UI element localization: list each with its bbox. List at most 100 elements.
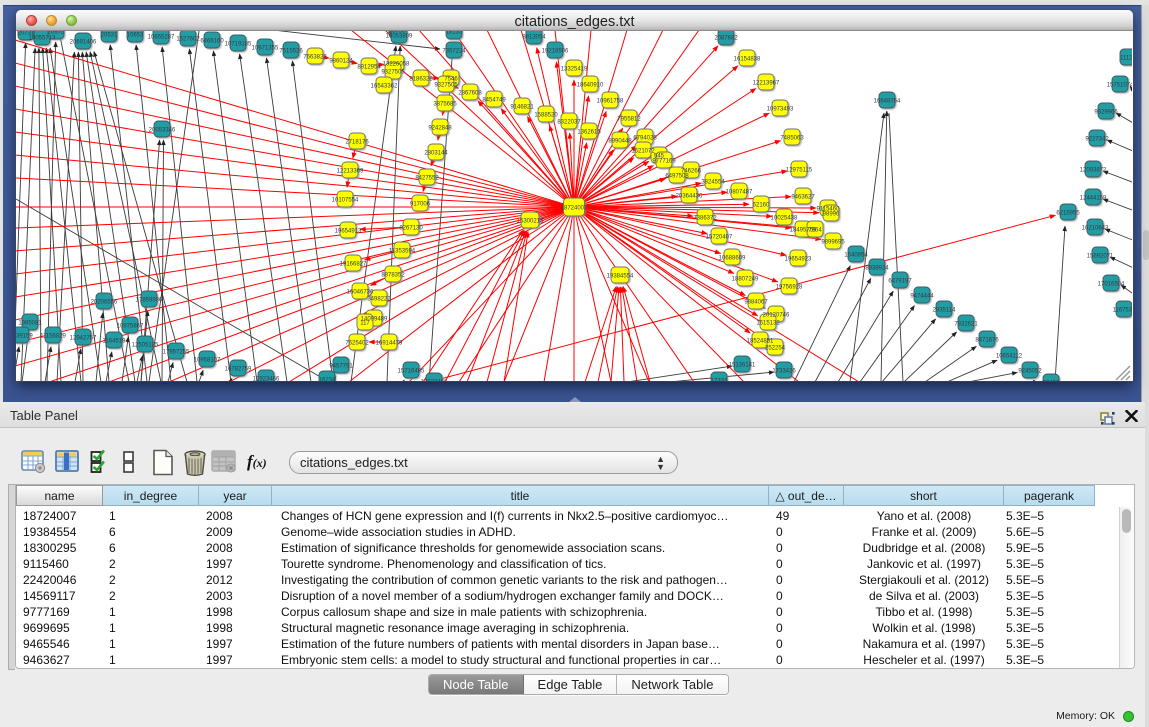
svg-text:7485063: 7485063 [780, 136, 804, 142]
svg-text:8912954: 8912954 [357, 65, 381, 71]
svg-text:17016504: 17016504 [1098, 282, 1125, 288]
svg-text:98996: 98996 [823, 212, 840, 218]
svg-text:6215955: 6215955 [1056, 211, 1080, 217]
svg-text:9463627: 9463627 [791, 195, 815, 201]
svg-text:1588520: 1588520 [534, 113, 558, 119]
svg-text:15300215: 15300215 [517, 219, 544, 225]
svg-text:12213369: 12213369 [337, 169, 364, 175]
svg-text:917006: 917006 [410, 202, 431, 208]
svg-text:17334: 17334 [711, 379, 728, 382]
svg-text:8267130: 8267130 [399, 226, 423, 232]
svg-text:9146821: 9146821 [510, 105, 534, 111]
svg-text:8813054: 8813054 [522, 35, 546, 41]
svg-text:8454749: 8454749 [482, 98, 506, 104]
svg-text:16648764: 16648764 [874, 99, 901, 105]
svg-text:10654112: 10654112 [996, 354, 1023, 360]
svg-text:10688609: 10688609 [719, 256, 746, 262]
svg-text:16234: 16234 [319, 378, 336, 382]
svg-text:1985081: 1985081 [18, 321, 42, 327]
svg-text:7515526: 7515526 [279, 49, 303, 55]
svg-text:7386372: 7386372 [693, 216, 717, 222]
svg-text:12923466: 12923466 [253, 377, 280, 382]
svg-text:12444159: 12444159 [1080, 196, 1107, 202]
svg-text:20531: 20531 [101, 33, 118, 39]
svg-text:2803144: 2803144 [424, 151, 448, 157]
svg-text:10961758: 10961758 [597, 99, 624, 105]
svg-text:16053809: 16053809 [386, 34, 413, 40]
svg-text:9327505: 9327505 [434, 83, 458, 89]
svg-text:9899695: 9899695 [821, 240, 845, 246]
svg-text:19384554: 19384554 [607, 274, 634, 280]
svg-text:1164519: 1164519 [103, 339, 127, 345]
svg-text:7955812: 7955812 [617, 117, 641, 123]
svg-text:17859936: 17859936 [136, 298, 163, 304]
svg-text:8186328: 8186328 [409, 77, 433, 83]
svg-text:10671355: 10671355 [252, 46, 279, 52]
svg-text:1167533: 1167533 [1113, 308, 1132, 314]
svg-text:15692071: 15692071 [1087, 254, 1114, 260]
svg-text:11123: 11123 [1120, 56, 1132, 62]
svg-text:19218506: 19218506 [542, 49, 569, 55]
svg-text:13226058: 13226058 [383, 62, 410, 68]
svg-text:10807487: 10807487 [726, 190, 753, 196]
svg-text:7964: 7964 [808, 228, 822, 234]
svg-text:18133: 18133 [446, 31, 463, 36]
svg-text:117: 117 [360, 321, 370, 327]
svg-text:8878352: 8878352 [381, 273, 405, 279]
svg-text:9327505: 9327505 [381, 70, 405, 76]
svg-text:16782759: 16782759 [225, 367, 252, 373]
svg-text:10719185: 10719185 [225, 42, 252, 48]
svg-text:9860124: 9860124 [329, 59, 353, 65]
svg-text:10107554: 10107554 [332, 198, 359, 204]
svg-text:19654913: 19654913 [335, 229, 362, 235]
svg-text:15716485: 15716485 [398, 369, 425, 375]
svg-text:3875685: 3875685 [433, 102, 457, 108]
svg-text:16210643: 16210643 [1082, 226, 1109, 232]
svg-text:15136141: 15136141 [729, 363, 756, 369]
svg-text:8990448: 8990448 [608, 139, 632, 145]
svg-text:9777169: 9777169 [652, 159, 676, 165]
svg-text:9329966: 9329966 [1094, 110, 1118, 116]
svg-text:13325419: 13325419 [561, 67, 588, 73]
svg-text:9884067: 9884067 [744, 300, 768, 306]
svg-text:2935114: 2935114 [933, 308, 957, 314]
svg-text:18524851: 18524851 [747, 339, 774, 345]
svg-text:15751074: 15751074 [1107, 83, 1132, 89]
svg-text:10958107: 10958107 [194, 358, 221, 364]
svg-text:12093872: 12093872 [1080, 168, 1107, 174]
svg-text:10975867: 10975867 [117, 324, 144, 330]
svg-text:10655287: 10655287 [148, 35, 175, 41]
svg-text:18807249: 18807249 [732, 277, 759, 283]
svg-text:12975115: 12975115 [786, 168, 813, 174]
svg-text:16154838: 16154838 [734, 57, 761, 63]
svg-text:12923466: 12923466 [421, 380, 448, 382]
svg-text:9245052: 9245052 [1018, 369, 1042, 375]
svg-text:12213967: 12213967 [753, 81, 780, 87]
svg-text:17957255: 17957255 [163, 350, 190, 356]
svg-text:1733426: 1733426 [772, 369, 796, 375]
svg-text:20364436: 20364436 [676, 194, 703, 200]
svg-text:16914479: 16914479 [376, 341, 403, 347]
svg-text:19055713: 19055713 [29, 36, 56, 42]
svg-text:9474444: 9474444 [910, 294, 934, 300]
svg-text:8938924: 8938924 [865, 266, 889, 272]
svg-text:18724007: 18724007 [561, 206, 588, 212]
svg-text:62160: 62160 [753, 203, 770, 209]
svg-text:8322037: 8322037 [557, 120, 581, 126]
svg-text:19756928: 19756928 [776, 285, 803, 291]
svg-text:20206556: 20206556 [91, 300, 118, 306]
svg-text:10025438: 10025438 [771, 216, 798, 222]
svg-text:3824554: 3824554 [701, 180, 725, 186]
svg-text:15720407: 15720407 [706, 235, 733, 241]
svg-text:6479197: 6479197 [888, 279, 912, 285]
svg-text:20975: 20975 [48, 31, 65, 36]
svg-text:1640954: 1640954 [844, 253, 868, 259]
svg-text:9227342: 9227342 [1085, 137, 1109, 143]
svg-text:11156829: 11156829 [40, 334, 66, 340]
svg-text:11353594: 11353594 [389, 249, 416, 255]
svg-text:7832621: 7832621 [954, 322, 978, 328]
svg-text:92450: 92450 [1043, 381, 1060, 382]
svg-text:1362615: 1362615 [577, 130, 601, 136]
svg-text:2087682: 2087682 [714, 36, 738, 42]
svg-text:20120746: 20120746 [763, 313, 790, 319]
